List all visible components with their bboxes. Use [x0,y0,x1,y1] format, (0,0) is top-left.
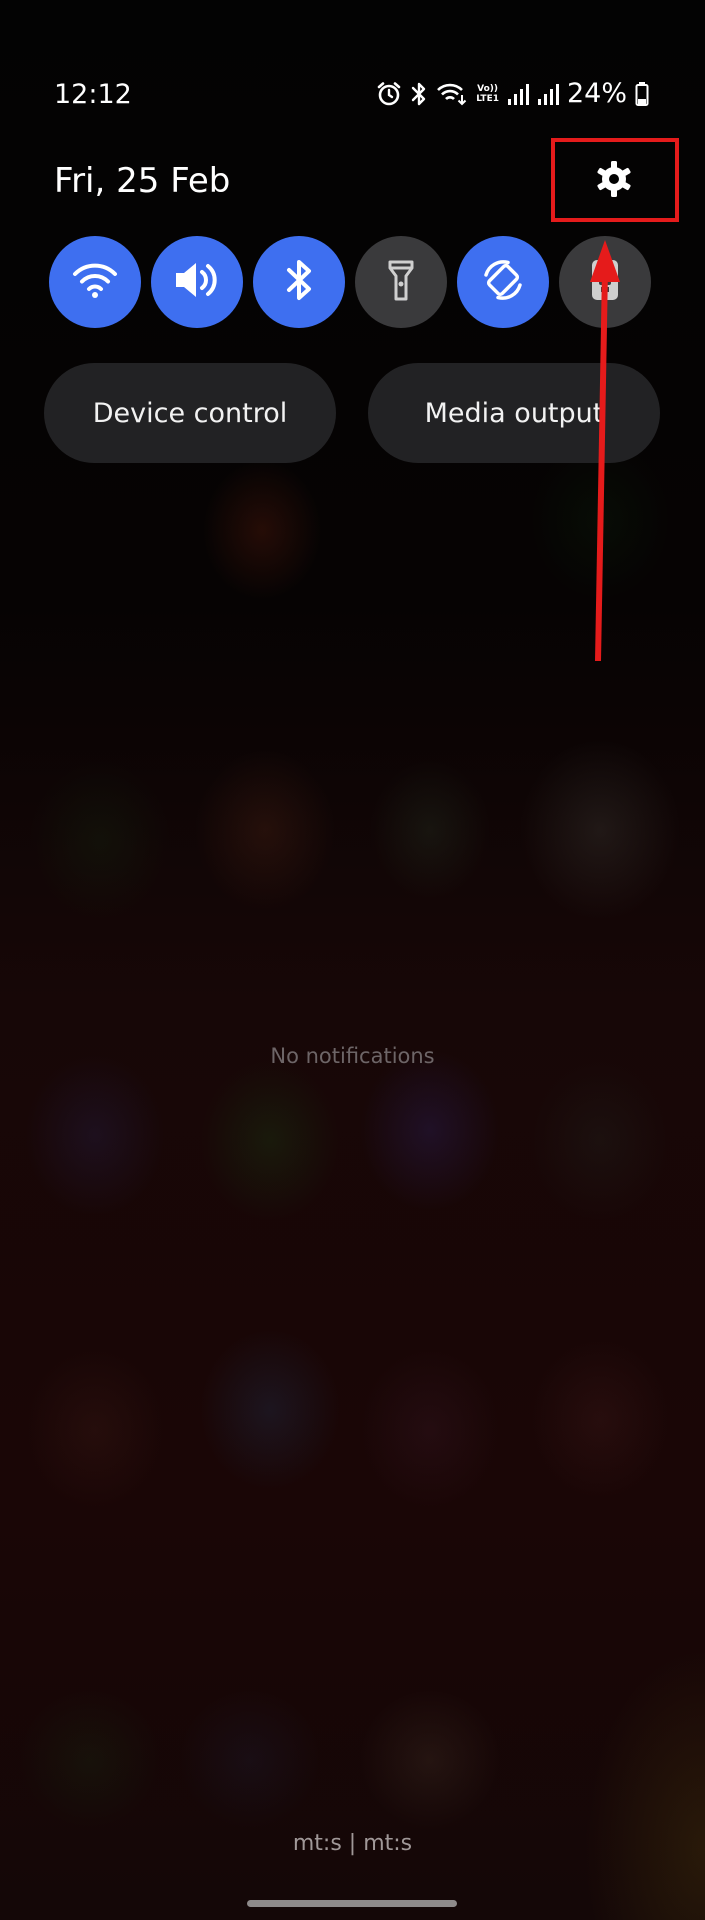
volte-bottom-label: LTE1 [476,94,499,104]
quick-toggles [49,236,659,328]
gear-icon [594,159,634,203]
status-icons: Vo)) LTE1 24% [376,76,649,112]
no-notifications-text: No notifications [270,1044,435,1068]
flashlight-icon [387,258,415,306]
speaker-icon [172,258,222,306]
rotate-icon [480,257,526,307]
portrait-lock-icon [588,257,622,307]
notification-shade: 12:12 Vo)) LTE1 24% Fri, 25 Feb Device c… [0,0,705,1920]
volte-top-label: Vo)) [477,84,499,94]
home-indicator[interactable] [247,1900,457,1907]
volte-indicator: Vo)) LTE1 [476,84,499,104]
toggle-auto-rotate[interactable] [457,236,549,328]
device-control-button[interactable]: Device control [44,363,336,463]
toggle-portrait-lock[interactable] [559,236,651,328]
media-output-button[interactable]: Media output [368,363,660,463]
alarm-icon [376,81,402,107]
bluetooth-icon [284,257,314,307]
toggle-sound[interactable] [151,236,243,328]
toggle-bluetooth[interactable] [253,236,345,328]
wifi-icon [72,260,118,304]
toggle-wifi[interactable] [49,236,141,328]
shade-date: Fri, 25 Feb [54,161,231,201]
toggle-flashlight[interactable] [355,236,447,328]
battery-percent: 24% [566,78,627,109]
bluetooth-icon [410,81,428,107]
signal-icon [537,82,559,106]
settings-button[interactable] [588,158,640,204]
signal-icon [507,82,529,106]
carrier-label: mt:s | mt:s [292,1831,413,1856]
status-time: 12:12 [54,79,132,110]
wifi-calling-icon [436,81,468,107]
battery-icon [635,81,649,107]
